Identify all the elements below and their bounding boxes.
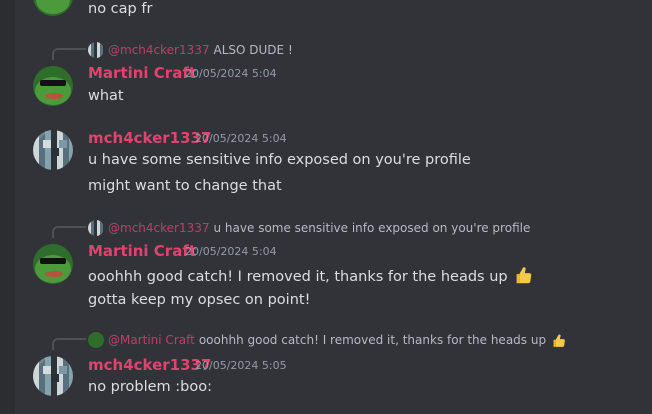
left-sidebar-edge [0, 0, 15, 414]
reply-text: ooohhh good catch! I removed it, thanks … [198, 333, 547, 347]
avatar[interactable] [33, 130, 73, 170]
reply-preview[interactable]: @Martini Craft ooohhh good catch! I remo… [88, 332, 567, 348]
pepe-frog-avatar-icon [36, 0, 70, 14]
timestamp: 20/05/2024 5:04 [185, 67, 277, 80]
message-text: what [88, 88, 124, 104]
reply-author[interactable]: @Martini Craft [108, 333, 195, 347]
message-text: no problem :boo: [88, 379, 212, 395]
message-text: no cap fr [88, 1, 153, 17]
username[interactable]: Martini Craft [88, 241, 196, 261]
pepe-frog-avatar-icon [35, 77, 71, 105]
reply-text: ALSO DUDE ! [213, 43, 293, 57]
reply-author[interactable]: @mch4cker1337 [108, 221, 210, 235]
thumbs-up-icon [516, 267, 532, 284]
avatar [88, 42, 104, 58]
reply-author[interactable]: @mch4cker1337 [108, 43, 210, 57]
reply-connector [52, 338, 86, 350]
timestamp: 20/05/2024 5:05 [195, 359, 287, 372]
message-text: ooohhh good catch! I removed it, thanks … [88, 264, 534, 287]
message-text: might want to change that [88, 178, 282, 194]
username[interactable]: mch4cker1337 [88, 355, 211, 375]
message-text: gotta keep my opsec on point! [88, 292, 311, 308]
reply-preview[interactable]: @mch4cker1337 u have some sensitive info… [88, 220, 530, 236]
username[interactable]: mch4cker1337 [88, 128, 211, 148]
avatar[interactable] [33, 0, 73, 16]
pixel-avatar-icon [43, 366, 67, 382]
username[interactable]: Martini Craft [88, 63, 196, 83]
reply-connector [52, 226, 86, 238]
timestamp: 20/05/2024 5:04 [185, 245, 277, 258]
avatar[interactable] [33, 244, 73, 284]
pepe-frog-avatar-icon [35, 255, 71, 283]
reply-preview[interactable]: @mch4cker1337 ALSO DUDE ! [88, 42, 293, 58]
avatar [88, 332, 104, 348]
message-text-span: ooohhh good catch! I removed it, thanks … [88, 269, 508, 285]
reply-connector [52, 48, 86, 60]
pixel-avatar-icon [43, 140, 67, 156]
thumbs-up-icon [553, 334, 565, 347]
timestamp: 20/05/2024 5:04 [195, 132, 287, 145]
reply-text: u have some sensitive info exposed on yo… [213, 221, 531, 235]
message-text: u have some sensitive info exposed on yo… [88, 152, 471, 168]
avatar[interactable] [33, 66, 73, 106]
avatar[interactable] [33, 356, 73, 396]
avatar [88, 220, 104, 236]
